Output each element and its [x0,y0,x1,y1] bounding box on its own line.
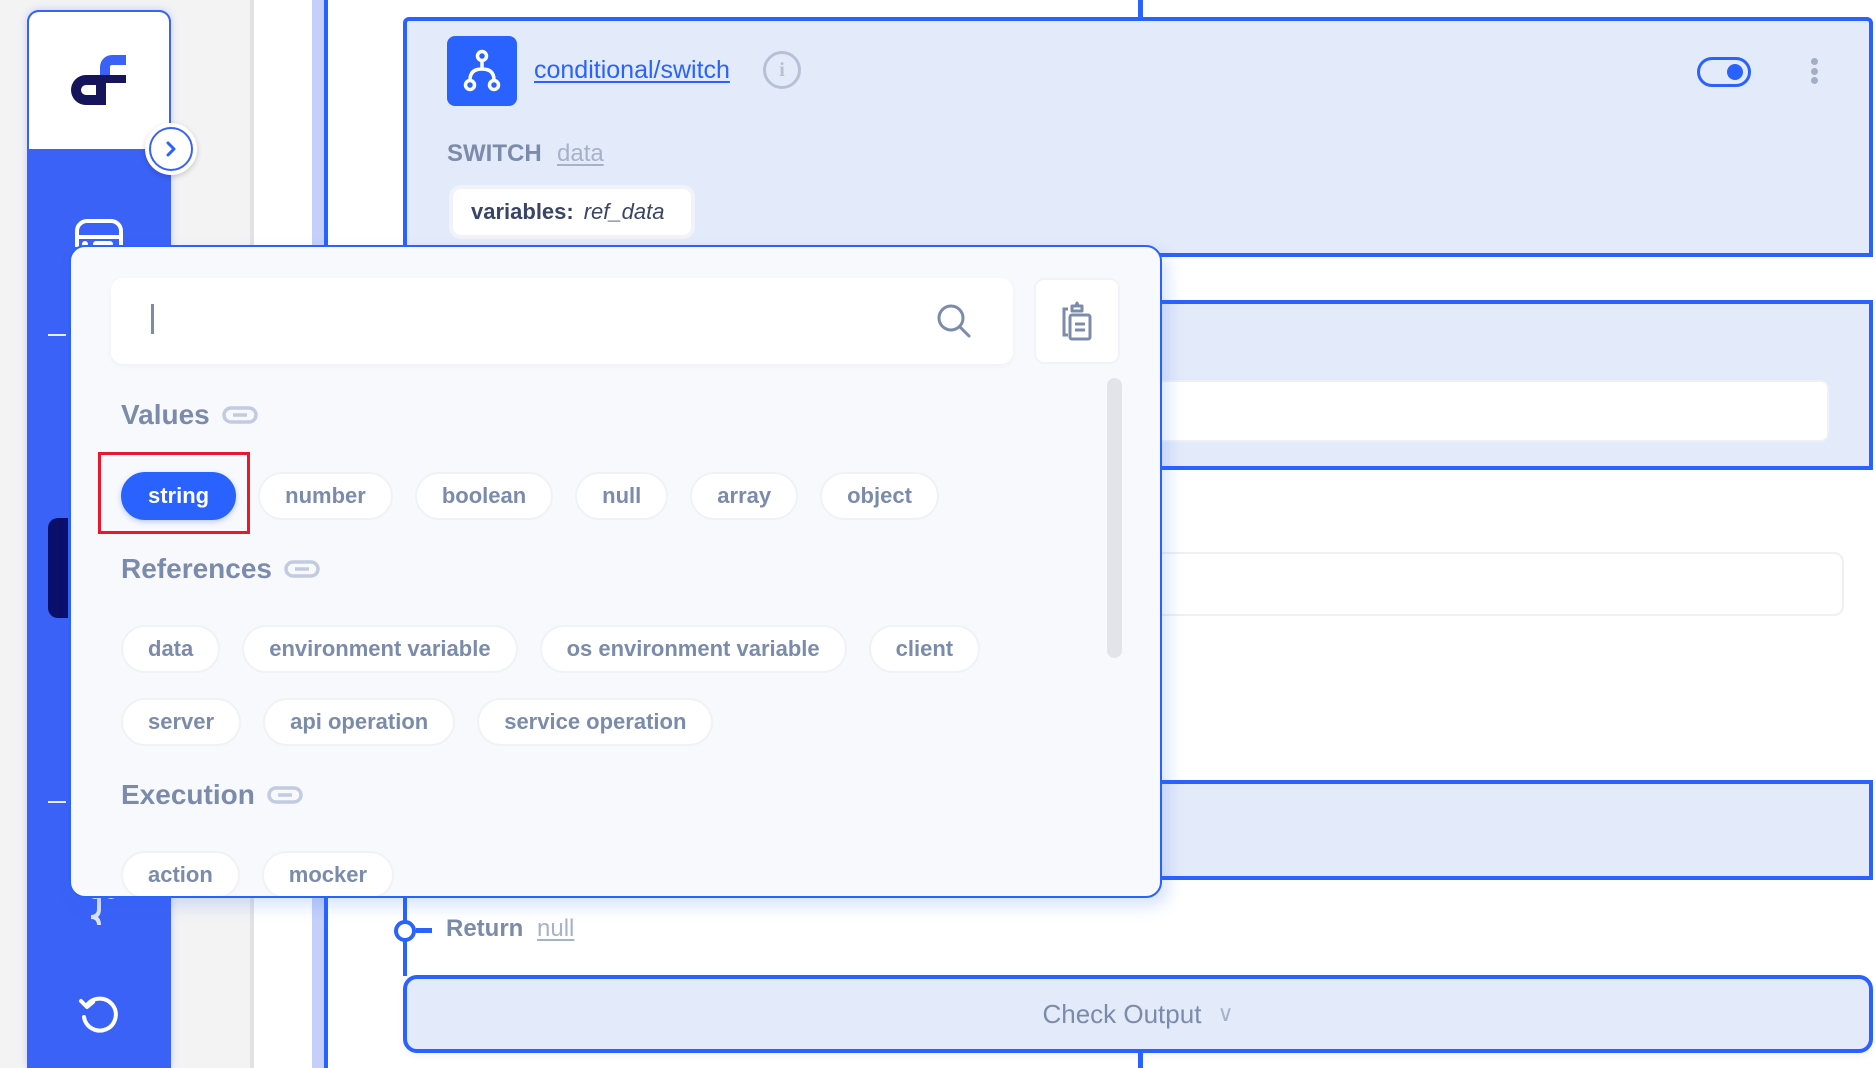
return-value-link[interactable]: null [537,915,574,943]
app-logo[interactable] [70,52,128,107]
link-icon[interactable] [267,785,303,805]
sidebar-expand-button[interactable] [145,123,197,175]
flow-connector [1138,1052,1143,1068]
chip-api-operation[interactable]: api operation [263,698,456,746]
sidebar-divider [48,334,66,336]
sidebar-item-history[interactable] [70,990,128,1040]
flow-connector [416,928,432,933]
return-node-dot [394,920,416,942]
value-type-picker-popup: Values string number boolean null array … [69,245,1162,898]
chip-null[interactable]: null [575,472,669,520]
chip-string[interactable]: string [121,472,237,520]
chip-action[interactable]: action [121,851,240,896]
chip-array[interactable]: array [690,472,799,520]
flow-connector [403,940,407,976]
chip-boolean[interactable]: boolean [414,472,554,520]
section-title-values: Values [121,399,258,431]
node-enabled-toggle[interactable] [1697,57,1751,87]
switch-label: SWITCH [447,140,542,167]
search-icon[interactable] [935,302,973,340]
popup-scrollbar[interactable] [1107,378,1122,658]
chip-row-references-1: data environment variable os environment… [121,625,981,673]
toggle-knob [1727,64,1743,80]
chip-row-values: string number boolean null array object [121,472,939,520]
sidebar-divider [48,801,66,803]
link-icon[interactable] [284,559,320,579]
chip-row-execution: action mocker [121,851,395,896]
node-type-badge [447,36,517,106]
paste-button[interactable] [1034,278,1120,364]
section-title-references: References [121,553,320,585]
text-caret [151,304,154,334]
kebab-menu-icon[interactable] [1808,58,1820,84]
search-box[interactable] [111,278,1013,364]
chevron-right-icon [166,141,176,157]
chip-client[interactable]: client [868,625,981,673]
check-output-label: Check Output [1042,998,1202,1029]
check-output-button[interactable]: Check Output ∨ [403,975,1873,1053]
chevron-down-icon: ∨ [1217,1001,1234,1026]
history-icon [79,996,118,1033]
section-title-execution: Execution [121,779,303,811]
chip-server[interactable]: server [121,698,242,746]
clipboard-icon [1062,301,1092,341]
info-icon[interactable]: i [763,51,801,89]
section-title-text: References [121,553,272,584]
chip-number[interactable]: number [258,472,393,520]
switch-ref-link[interactable]: data [557,140,604,168]
chip-environment-variable[interactable]: environment variable [242,625,518,673]
section-title-text: Execution [121,779,255,810]
default-field[interactable] [1100,552,1844,616]
chip-service-operation[interactable]: service operation [477,698,714,746]
variables-pill[interactable]: variables: ref_data [449,185,695,239]
branch-icon [463,49,501,92]
chip-data[interactable]: data [121,625,221,673]
sidebar-active-indicator [48,518,68,618]
link-icon[interactable] [221,405,258,425]
chip-object[interactable]: object [820,472,939,520]
chip-os-environment-variable[interactable]: os environment variable [539,625,847,673]
chip-row-references-2: server api operation service operation [121,698,714,746]
section-title-text: Values [121,399,210,430]
return-label: Return [446,915,524,942]
variables-key: variables: [471,199,574,224]
chip-mocker[interactable]: mocker [261,851,395,896]
variables-value: ref_data [583,199,665,224]
node-title-link[interactable]: conditional/switch [534,56,730,85]
search-input[interactable] [147,300,911,344]
flow-connector [1138,0,1143,18]
flow-connector [403,898,407,922]
